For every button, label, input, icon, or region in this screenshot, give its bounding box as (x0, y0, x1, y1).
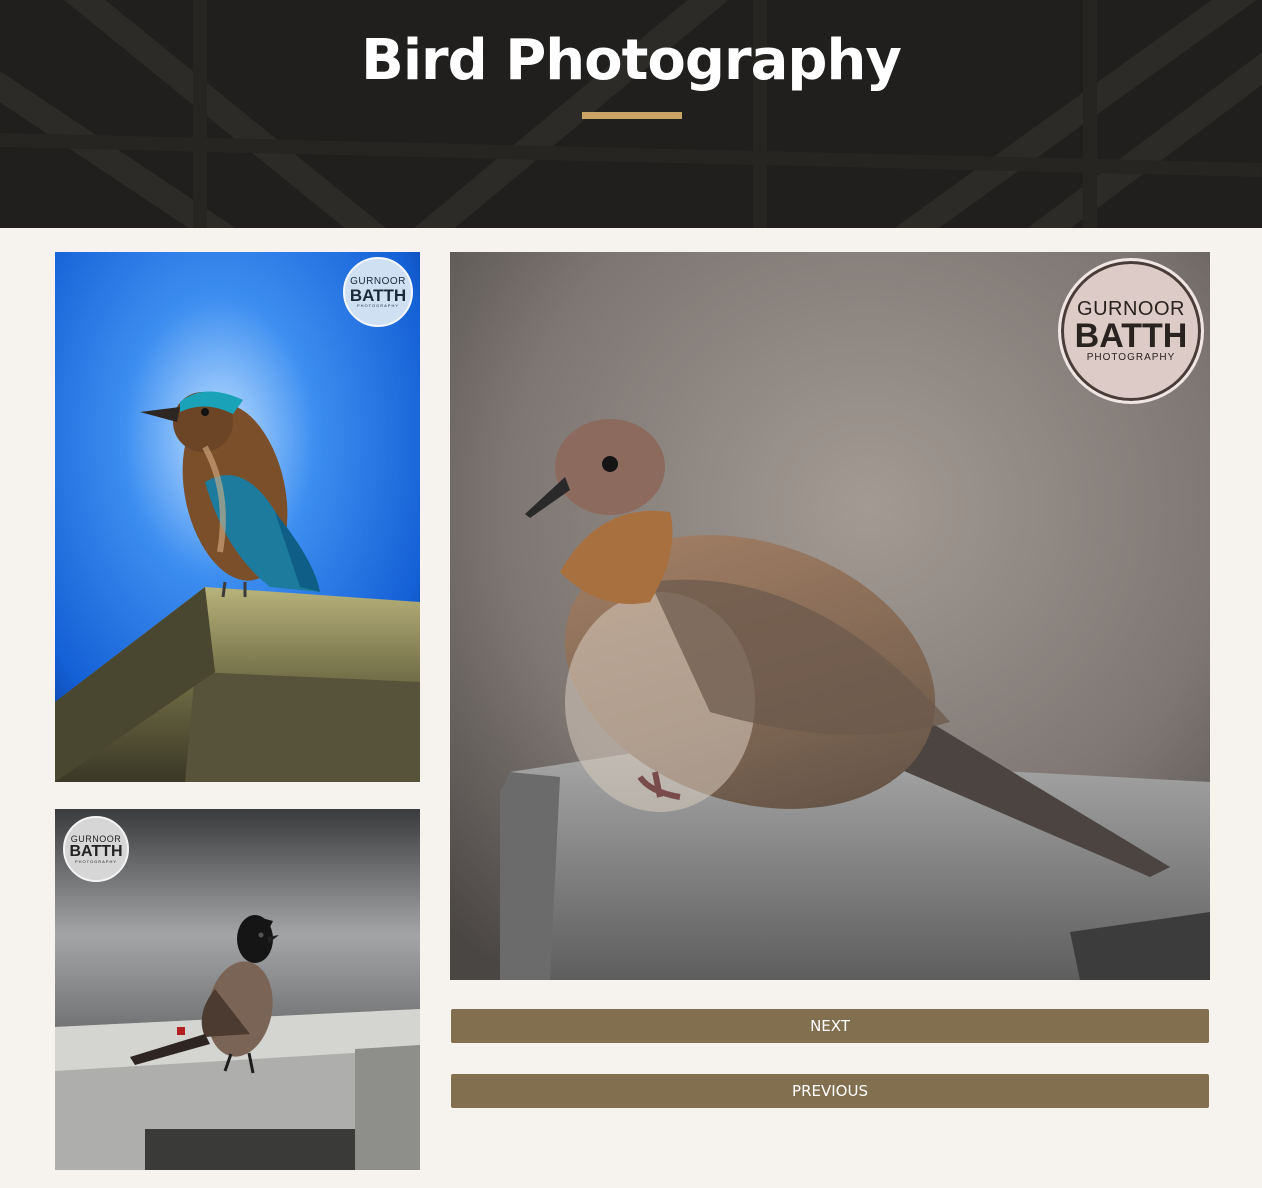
watermark-line1: GURNOOR (350, 275, 406, 287)
next-button[interactable]: NEXT (451, 1009, 1209, 1043)
thumbnail-red-vented-bulbul[interactable]: GURNOOR BATTH PHOTOGRAPHY (55, 809, 420, 1170)
photographer-watermark: GURNOOR BATTH PHOTOGRAPHY (63, 816, 129, 882)
watermark-line1: GURNOOR (1077, 298, 1185, 320)
watermark-line2: BATTH (1074, 317, 1188, 355)
indian-roller-photo (55, 252, 420, 782)
title-underline (582, 112, 682, 119)
previous-button[interactable]: PREVIOUS (451, 1074, 1209, 1108)
thumbnail-indian-roller[interactable]: GURNOOR BATTH PHOTOGRAPHY (55, 252, 420, 782)
page-header: Bird Photography (0, 0, 1262, 228)
watermark-line3: PHOTOGRAPHY (1086, 352, 1176, 363)
photographer-watermark: GURNOOR BATTH PHOTOGRAPHY (1058, 258, 1204, 404)
photographer-watermark: GURNOOR BATTH PHOTOGRAPHY (343, 257, 413, 327)
page-title: Bird Photography (361, 28, 902, 93)
watermark-line3: PHOTOGRAPHY (356, 302, 400, 308)
main-photo-laughing-dove: GURNOOR BATTH PHOTOGRAPHY (450, 252, 1210, 980)
watermark-line2: BATTH (349, 285, 407, 305)
watermark-line2: BATTH (69, 842, 123, 860)
watermark-line3: PHOTOGRAPHY (74, 858, 118, 864)
